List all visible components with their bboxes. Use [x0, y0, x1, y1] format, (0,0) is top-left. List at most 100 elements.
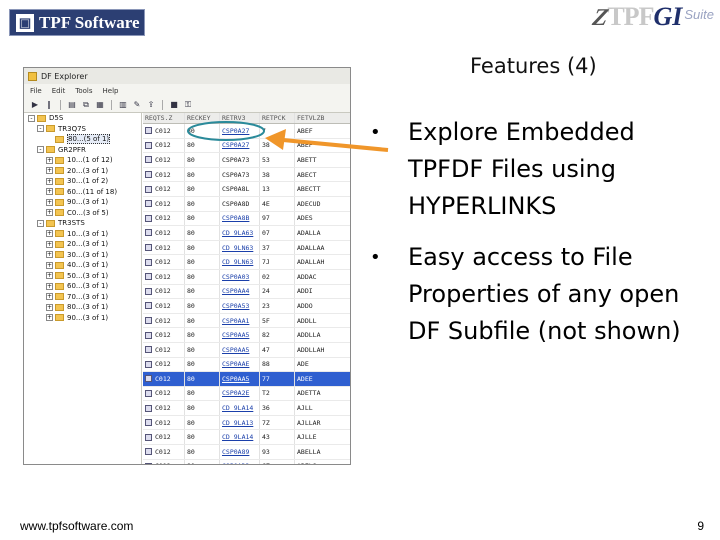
hyperlink[interactable]: CSP0AA5: [222, 331, 249, 339]
hyperlink[interactable]: CSP0A53: [222, 302, 249, 310]
expand-icon[interactable]: +: [46, 209, 53, 217]
table-row[interactable]: C012 80 CSP0AD3 CZ ABELS: [143, 459, 350, 464]
pause-icon[interactable]: ‖: [44, 100, 54, 110]
tools-icon[interactable]: ✎: [132, 100, 142, 110]
column-header[interactable]: RECKEY: [185, 113, 220, 123]
table-row[interactable]: C012 80 CSP0A8B 97 ADES: [143, 211, 350, 227]
tree-item[interactable]: +60...(11 of 18): [24, 187, 141, 198]
table-row[interactable]: C012 80 CSP0A8L 13 ABECTT: [143, 182, 350, 197]
table-row[interactable]: C012 80 CSP0A53 23 ADDO: [143, 299, 350, 314]
table-row[interactable]: C012 80 CSP0A27 7 ABEF: [143, 124, 350, 139]
table-row[interactable]: C012 80 CD 9LN63 7J ADALLAH: [143, 255, 350, 270]
table-row[interactable]: C012 80 CD 9LN63 37 ADALLAA: [143, 240, 350, 256]
hyperlink[interactable]: CD 9LN63: [222, 258, 253, 266]
table-row[interactable]: C012 80 CD 9LA14 36 AJLL: [143, 401, 350, 416]
table-row[interactable]: C012 80 CSP0AA5 47 ADDLLAH: [143, 342, 350, 358]
hyperlink[interactable]: CD 9LN63: [222, 244, 253, 252]
copy-icon[interactable]: ⧉: [81, 100, 91, 110]
expand-icon[interactable]: +: [46, 293, 53, 301]
expand-icon[interactable]: +: [46, 167, 53, 175]
tree-item[interactable]: +80...(3 of 1): [24, 302, 141, 313]
hyperlink[interactable]: CD 9LA13: [222, 419, 253, 427]
table-row[interactable]: C012 80 CSP0AA5 82 ADDLLA: [143, 328, 350, 343]
tree-item[interactable]: +20...(3 of 1): [24, 166, 141, 177]
menu-item-file[interactable]: File: [30, 87, 42, 95]
menu-item-edit[interactable]: Edit: [52, 87, 66, 95]
table-row[interactable]: C012 80 CSP0A8D 4E ADECUD: [143, 196, 350, 212]
hyperlink[interactable]: CSP0AA5: [222, 375, 249, 383]
hyperlink[interactable]: CSP0A89: [222, 448, 249, 456]
column-header[interactable]: REQTS.Z: [143, 113, 185, 123]
tree-item[interactable]: +40...(3 of 1): [24, 260, 141, 271]
table-row[interactable]: C012 80 CSP0AA1 5F ADDLL: [143, 313, 350, 329]
table-row[interactable]: C012 80 CD 9LA14 43 AJLLE: [143, 430, 350, 446]
collapse-icon[interactable]: -: [37, 146, 44, 154]
table-row[interactable]: C012 80 CSP0A89 93 ABELLA: [143, 445, 350, 460]
table-row[interactable]: C012 80 CSP0A27 38 ABEF: [143, 138, 350, 154]
collapse-icon[interactable]: -: [37, 125, 44, 133]
expand-icon[interactable]: +: [46, 282, 53, 290]
hyperlink[interactable]: CSP0AA1: [222, 317, 249, 325]
tree-item[interactable]: +10...(3 of 1): [24, 229, 141, 240]
menu-item-tools[interactable]: Tools: [75, 87, 92, 95]
tree-item[interactable]: + C0...(3 of 5): [24, 208, 141, 219]
hyperlink[interactable]: CSP0A8B: [222, 214, 249, 222]
expand-icon[interactable]: +: [46, 198, 53, 206]
table-row[interactable]: C012 80 CSP0AA4 24 ADDI: [143, 284, 350, 300]
tree-item[interactable]: +50...(3 of 1): [24, 271, 141, 282]
menu-item-help[interactable]: Help: [103, 87, 119, 95]
column-header[interactable]: FETVLZB: [295, 113, 350, 123]
hyperlink[interactable]: CSP0AA5: [222, 346, 249, 354]
expand-icon[interactable]: +: [46, 240, 53, 248]
hyperlink[interactable]: CD 9LA63: [222, 229, 253, 237]
expand-icon[interactable]: +: [46, 314, 53, 322]
table-row[interactable]: C012 80 CSP0AA5 77 ADEE: [143, 372, 350, 387]
tree-item[interactable]: +10...(1 of 12): [24, 155, 141, 166]
hyperlink[interactable]: CD 9LA14: [222, 433, 253, 441]
collapse-icon[interactable]: -: [28, 114, 35, 122]
hyperlink[interactable]: CSP0AAE: [222, 360, 249, 368]
tree-item[interactable]: - D5S: [24, 113, 141, 124]
expand-icon[interactable]: +: [46, 156, 53, 164]
table-row[interactable]: C012 80 CSP0A03 02 ADDAC: [143, 269, 350, 285]
expand-icon[interactable]: +: [46, 303, 53, 311]
collapse-icon[interactable]: -: [37, 219, 44, 227]
tree-item[interactable]: +30...(1 of 2): [24, 176, 141, 187]
hyperlink[interactable]: CSP0AA4: [222, 287, 249, 295]
tree-item[interactable]: - GR2PFR: [24, 145, 141, 156]
expand-icon[interactable]: +: [46, 261, 53, 269]
hyperlink[interactable]: CSP0A03: [222, 273, 249, 281]
table-row[interactable]: C012 80 CSP0A2E T2 ADETTA: [143, 386, 350, 402]
tree-item[interactable]: +30...(3 of 1): [24, 250, 141, 261]
tree-item[interactable]: - TR3Q7S: [24, 124, 141, 135]
hyperlink[interactable]: CSP0A27: [222, 141, 249, 149]
hyperlink[interactable]: CD 9LA14: [222, 404, 253, 412]
expand-icon[interactable]: +: [46, 230, 53, 238]
paste-icon[interactable]: ▦: [95, 100, 105, 110]
tree-item[interactable]: +90...(3 of 1): [24, 313, 141, 324]
table-row[interactable]: C012 80 CD 9LA63 07 ADALLA: [143, 226, 350, 241]
lock-icon[interactable]: ■: [169, 100, 179, 110]
tree-item[interactable]: +20...(3 of 1): [24, 239, 141, 250]
key-icon[interactable]: ⚿: [183, 100, 193, 110]
expand-icon[interactable]: +: [46, 272, 53, 280]
column-header[interactable]: RETRV3: [220, 113, 260, 123]
table-row[interactable]: C012 80 CD 9LA13 7Z AJLLAR: [143, 415, 350, 431]
run-icon[interactable]: ▶: [30, 100, 40, 110]
hyperlink[interactable]: CSP0A27: [222, 127, 249, 135]
hyperlink[interactable]: CSP0A2E: [222, 389, 249, 397]
tree-item[interactable]: - TR3STS: [24, 218, 141, 229]
expand-icon[interactable]: +: [46, 177, 53, 185]
column-header[interactable]: RETPCK: [260, 113, 295, 123]
table-row[interactable]: C012 80 CSP0A73 38 ABECT: [143, 167, 350, 183]
tree-item[interactable]: 80...(5 of 1): [24, 134, 141, 145]
export-icon[interactable]: ⇪: [146, 100, 156, 110]
expand-icon[interactable]: +: [46, 188, 53, 196]
grid-icon[interactable]: ▥: [118, 100, 128, 110]
tree-item[interactable]: +90...(3 of 1): [24, 197, 141, 208]
expand-icon[interactable]: +: [46, 251, 53, 259]
open-icon[interactable]: ▤: [67, 100, 77, 110]
hyperlink[interactable]: CSP0AD3: [222, 462, 249, 464]
table-row[interactable]: C012 80 CSP0A73 53 ABETT: [143, 153, 350, 168]
table-row[interactable]: C012 80 CSP0AAE 88 ADE: [143, 357, 350, 373]
